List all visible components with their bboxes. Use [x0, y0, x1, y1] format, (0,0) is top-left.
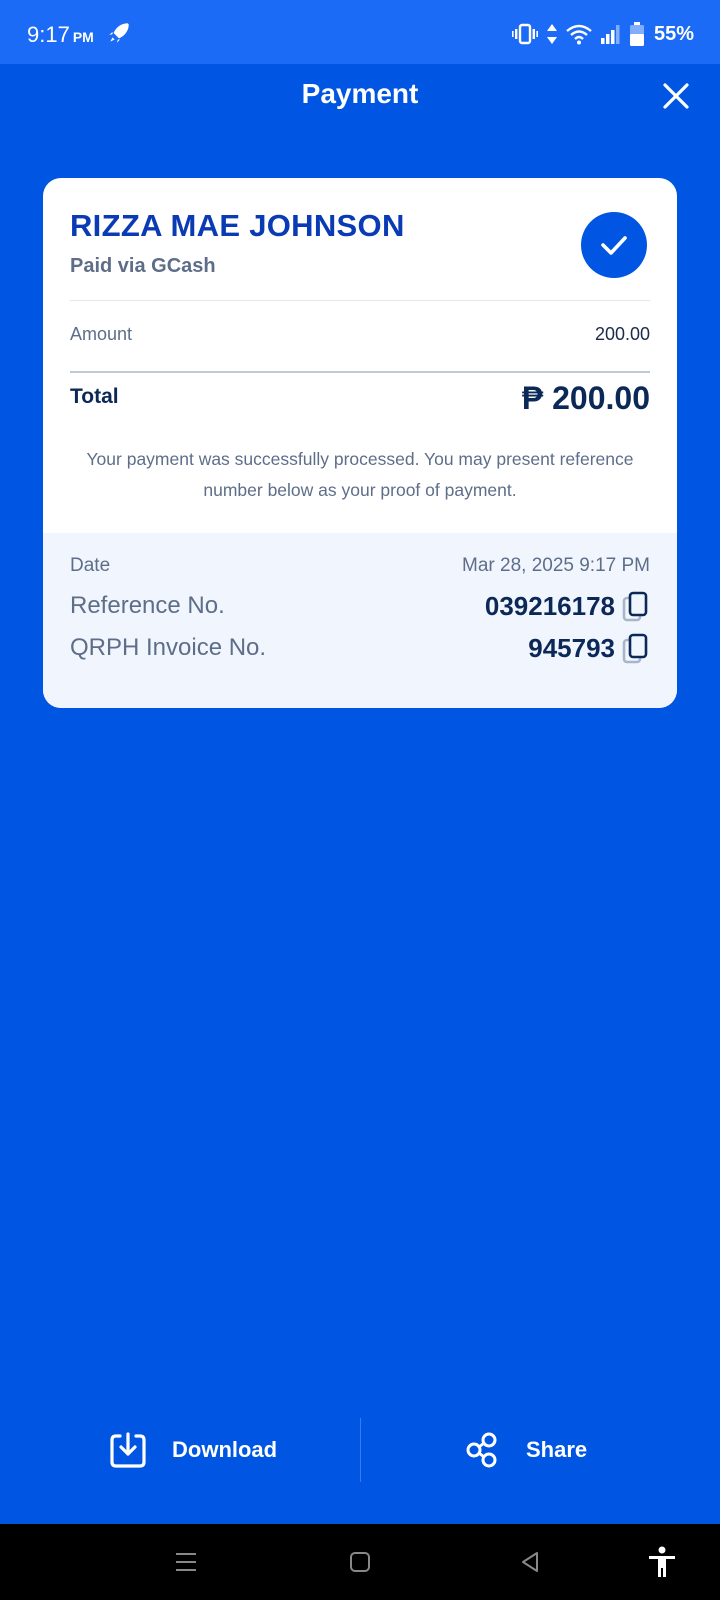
back-button[interactable]: [514, 1546, 546, 1578]
copy-invoice-button[interactable]: [622, 633, 650, 665]
action-divider: [360, 1418, 361, 1482]
total-value: ₱ 200.00: [521, 380, 650, 416]
amount-label: Amount: [70, 324, 133, 344]
close-button[interactable]: [658, 78, 694, 114]
back-triangle-icon: [522, 1552, 538, 1572]
recent-apps-button[interactable]: [170, 1546, 202, 1578]
vibrate-icon: [511, 23, 538, 45]
copy-icon: [622, 633, 648, 664]
header: Payment: [0, 64, 720, 124]
home-square-icon: [350, 1552, 370, 1572]
accessibility-icon: [649, 1546, 675, 1577]
action-bar: Download Share: [0, 1418, 720, 1482]
invoice-number: 945793: [528, 633, 615, 663]
battery-icon: [629, 22, 644, 46]
wifi-icon: [566, 24, 592, 45]
payment-method: Paid via GCash: [70, 255, 216, 277]
rocket-icon: [109, 23, 129, 43]
checkmark-icon: [601, 236, 627, 255]
date-label: Date: [70, 555, 111, 576]
page-title: Payment: [301, 78, 419, 109]
download-label: Download: [172, 1437, 278, 1462]
success-message: Your payment was successfully processed.…: [86, 449, 634, 500]
total-label: Total: [70, 385, 119, 408]
copy-icon: [622, 591, 648, 622]
battery-percent: 55%: [653, 22, 694, 45]
accessibility-button[interactable]: [646, 1546, 678, 1578]
status-time: 9:17 PM: [27, 22, 94, 48]
share-icon: [466, 1432, 497, 1468]
status-icons: 55%: [511, 20, 694, 48]
home-button[interactable]: [344, 1546, 376, 1578]
download-icon: [110, 1432, 146, 1468]
status-time-value: 9:17: [27, 22, 70, 47]
date-value: Mar 28, 2025 9:17 PM: [462, 555, 650, 576]
copy-reference-button[interactable]: [622, 591, 650, 623]
invoice-label: QRPH Invoice No.: [70, 634, 267, 661]
success-check-badge: [581, 212, 647, 278]
signal-icon: [600, 25, 620, 44]
download-button[interactable]: Download: [108, 1430, 277, 1470]
system-nav-bar: [0, 1524, 720, 1600]
payee-name: RIZZA MAE JOHNSON: [70, 208, 405, 243]
share-button[interactable]: Share: [466, 1430, 587, 1470]
total-divider: [70, 371, 650, 373]
menu-lines-icon: [176, 1553, 196, 1571]
share-label: Share: [526, 1437, 588, 1462]
status-time-ampm: PM: [72, 29, 94, 45]
data-arrows-icon: [546, 24, 557, 44]
divider: [70, 300, 650, 301]
status-bar: 9:17 PM 55%: [0, 0, 720, 64]
amount-value: 200.00: [594, 324, 650, 344]
receipt-card: RIZZA MAE JOHNSON Paid via GCash Amount …: [43, 178, 677, 708]
transaction-details: Date Mar 28, 2025 9:17 PM Reference No. …: [43, 533, 677, 708]
close-icon: [663, 83, 689, 109]
reference-label: Reference No.: [70, 592, 225, 619]
reference-number: 039216178: [484, 591, 615, 621]
